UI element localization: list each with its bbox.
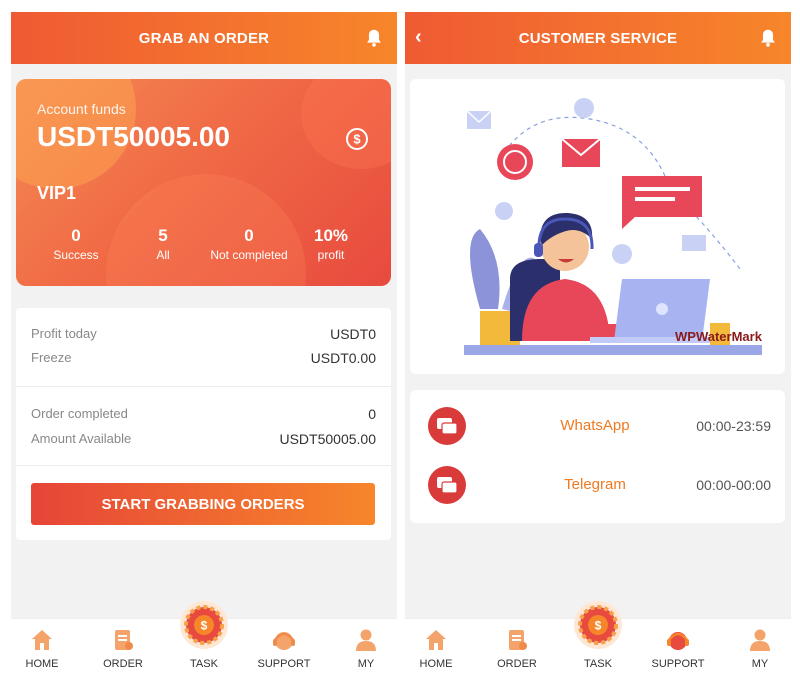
bell-icon[interactable] [363,27,385,49]
stat-all: 5 All [143,226,183,262]
divider [16,465,391,466]
grab-order-screen: GRAB AN ORDER Account funds USDT50005.00… [11,12,397,676]
start-grabbing-button[interactable]: START GRABBING ORDERS [31,483,375,525]
task-icon: $ [578,605,618,645]
amount-available-row: Amount Available USDT50005.00 [31,431,376,447]
info-key: Freeze [31,350,72,365]
contact-hours: 00:00-00:00 [696,477,771,493]
support-icon [667,632,689,650]
profit-today-row: Profit today USDT0 [31,326,376,342]
nav-order[interactable]: ORDER [482,619,552,676]
nav-support[interactable]: SUPPORT [249,619,319,676]
nav-label: MY [357,658,375,670]
nav-label: HOME [25,658,59,670]
stat-value: 10% [313,226,349,245]
bell-icon[interactable] [757,27,779,49]
account-card: Account funds USDT50005.00 $ VIP1 0 Succ… [16,79,391,286]
nav-my[interactable]: MY [725,619,791,676]
stat-value: 0 [71,226,81,245]
stat-label: Not completed [210,248,288,262]
user-icon [356,629,376,651]
nav-order[interactable]: ORDER [88,619,158,676]
header-bar: ‹ CUSTOMER SERVICE [405,12,791,64]
stat-value: 0 [244,226,254,245]
stat-value: 5 [158,226,168,245]
info-value: USDT0 [330,326,376,342]
chat-icon [428,407,466,445]
info-key: Amount Available [31,431,132,446]
vip-level: VIP1 [37,183,77,203]
bottom-nav: HOME ORDER $ TASK SUPPORT MY [405,601,791,676]
contact-list-card: WhatsApp 00:00-23:59 Telegram 00:00-00:0… [410,390,785,523]
info-value: USDT0.00 [310,350,376,366]
nav-label: TASK [584,658,612,670]
stat-not-completed: 0 Not completed [199,226,299,262]
info-value: USDT50005.00 [279,431,376,447]
order-icon [509,630,527,650]
stat-profit: 10% profit [306,226,356,262]
watermark-text: WPWaterMark [675,329,762,344]
info-key: Order completed [31,406,128,421]
contact-name: WhatsApp [560,417,630,434]
nav-label: MY [751,658,769,670]
nav-label: HOME [419,658,453,670]
bottom-nav: HOME ORDER $ TASK SUPPORT MY [11,601,397,676]
home-icon [32,630,52,650]
divider [16,386,391,387]
account-funds-amount: USDT50005.00 [37,121,231,152]
order-completed-row: Order completed 0 [31,406,376,422]
nav-label: SUPPORT [257,658,311,670]
page-title: CUSTOMER SERVICE [518,29,678,47]
user-icon [750,629,770,651]
nav-label: SUPPORT [651,658,705,670]
stat-success: 0 Success [46,226,106,262]
back-icon[interactable]: ‹ [415,26,422,49]
svg-text:$: $ [595,619,602,633]
contact-name: Telegram [564,476,626,493]
dollar-icon[interactable]: $ [345,127,369,151]
support-illustration-card: WPWaterMark [410,79,785,374]
stat-label: Success [53,248,99,262]
order-icon [115,630,133,650]
home-icon [426,630,446,650]
nav-label: TASK [190,658,218,670]
support-icon [273,632,295,650]
nav-task[interactable]: $ TASK [169,601,239,676]
nav-home[interactable]: HOME [405,619,471,676]
nav-support[interactable]: SUPPORT [643,619,713,676]
customer-service-screen: ‹ CUSTOMER SERVICE WPWaterMark WhatsApp … [405,12,791,676]
nav-home[interactable]: HOME [11,619,77,676]
stat-label: profit [317,248,345,262]
header-bar: GRAB AN ORDER [11,12,397,64]
order-info-card: Profit today USDT0 Freeze USDT0.00 Order… [16,308,391,540]
stat-label: All [156,248,170,262]
page-title: GRAB AN ORDER [138,29,270,47]
svg-text:$: $ [353,132,361,147]
chat-icon [428,466,466,504]
nav-task[interactable]: $ TASK [563,601,633,676]
contact-row-whatsapp[interactable]: WhatsApp 00:00-23:59 [410,397,785,455]
nav-my[interactable]: MY [331,619,397,676]
task-icon: $ [184,605,224,645]
account-funds-label: Account funds [37,101,126,117]
nav-label: ORDER [103,658,143,670]
contact-row-telegram[interactable]: Telegram 00:00-00:00 [410,456,785,514]
info-value: 0 [368,406,376,422]
info-key: Profit today [31,326,97,341]
svg-text:$: $ [201,619,208,633]
freeze-row: Freeze USDT0.00 [31,350,376,366]
nav-label: ORDER [497,658,537,670]
contact-hours: 00:00-23:59 [696,418,771,434]
